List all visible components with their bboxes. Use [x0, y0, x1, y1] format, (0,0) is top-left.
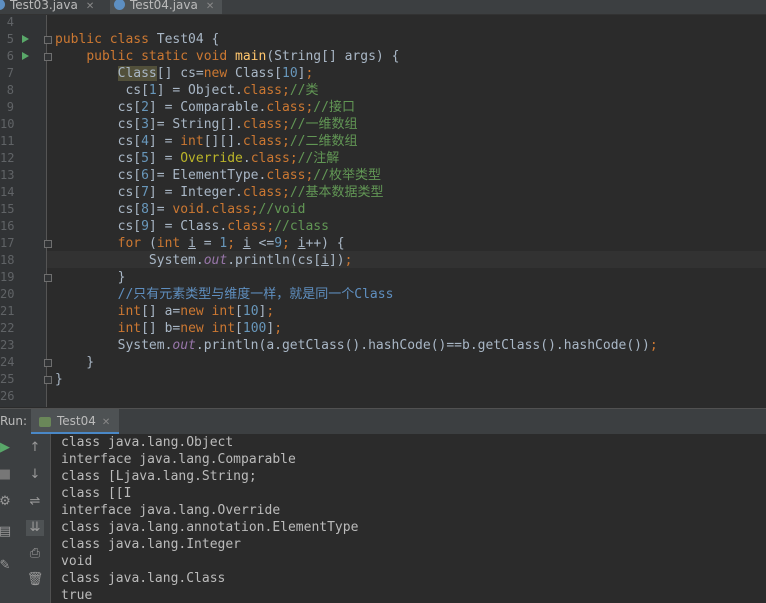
line-number: 4 — [6, 15, 14, 29]
run-icon[interactable]: ▶ — [0, 440, 14, 456]
line-number: 9 — [6, 100, 14, 114]
code-line: int[] a=new int[10]; — [117, 304, 275, 319]
run-tab-test04[interactable]: Test04 ✕ — [31, 409, 119, 434]
java-file-icon — [114, 0, 125, 10]
console-toolbar: ▶ ↑ ■ ↓ ⚙ ⇌ ▤ ⇊ ⎙ ✎ 🗑 — [0, 434, 51, 603]
fold-icon[interactable] — [44, 359, 52, 367]
code-line: int[] b=new int[100]; — [117, 321, 283, 336]
line-number: 6 — [6, 49, 14, 63]
code-line: cs[9] = Class.class;//class — [55, 219, 329, 234]
scroll-to-end-icon[interactable]: ⇊ — [26, 520, 44, 536]
line-number: 18 — [0, 253, 15, 267]
fold-icon[interactable] — [44, 53, 52, 61]
java-file-icon — [0, 0, 5, 10]
code-line: for (int i = 1; i <=9; i++) { — [117, 236, 345, 251]
settings-icon[interactable]: ⚙ — [0, 494, 14, 510]
tab-label: Test04.java — [130, 0, 198, 12]
run-icon[interactable] — [22, 52, 29, 60]
code-line: public class Test04 { — [55, 32, 220, 47]
code-line: System.out.println(cs[i]); — [55, 253, 353, 268]
close-icon[interactable]: ✕ — [86, 1, 94, 12]
line-number: 14 — [0, 185, 15, 199]
line-number: 12 — [0, 151, 15, 165]
code-line: //只有元素类型与维度一样，就是同一个Class — [117, 287, 394, 302]
line-number: 23 — [0, 338, 15, 352]
print-icon[interactable]: ⎙ — [26, 546, 44, 562]
line-number: 8 — [6, 83, 14, 97]
code-line: cs[8]= void.class;//void — [55, 202, 306, 217]
console-line: class java.lang.annotation.ElementType — [61, 520, 359, 535]
fold-icon[interactable] — [44, 36, 52, 44]
close-icon[interactable]: ✕ — [102, 417, 110, 428]
line-number: 16 — [0, 219, 15, 233]
code-line: cs[6]= ElementType.class;//枚举类型 — [55, 168, 381, 183]
fold-icon[interactable] — [44, 376, 52, 384]
console-line: class java.lang.Object — [61, 435, 234, 450]
code-line: cs[7] = Integer.class;//基本数据类型 — [55, 185, 384, 200]
run-icon[interactable] — [22, 35, 29, 43]
tab-test04[interactable]: Test04.java ✕ — [110, 0, 222, 14]
line-number: 21 — [0, 304, 15, 318]
code-line: System.out.println(a.getClass().hashCode… — [55, 338, 658, 353]
code-line: cs[4] = int[][].class;//二维数组 — [55, 134, 358, 149]
code-editor[interactable]: 4 5 6 7 8 9 10 11 12 13 14 15 16 17 18 1… — [0, 15, 766, 407]
line-number: 17 — [0, 236, 15, 250]
code-line: } — [55, 270, 126, 285]
close-icon[interactable]: ✕ — [206, 1, 214, 12]
console-panel: ▶ ↑ ■ ↓ ⚙ ⇌ ▤ ⇊ ⎙ ✎ 🗑 class java.lang.Ob… — [0, 434, 766, 603]
code-line: Class[] cs=new Class[10]; — [117, 66, 314, 81]
line-number: 20 — [0, 287, 15, 301]
line-number: 24 — [0, 355, 15, 369]
tab-test03[interactable]: Test03.java ✕ — [0, 0, 98, 14]
code-line: public static void main(String[] args) { — [86, 49, 400, 64]
console-line: class java.lang.Integer — [61, 537, 242, 552]
console-line: void — [61, 554, 93, 569]
console-line: class [[I — [61, 486, 132, 501]
code-line: cs[3]= String[].class;//一维数组 — [55, 117, 358, 132]
line-number: 7 — [6, 66, 14, 80]
code-line: } — [55, 372, 63, 387]
up-arrow-icon[interactable]: ↑ — [26, 440, 44, 456]
line-number: 25 — [0, 372, 15, 386]
line-number: 10 — [0, 117, 15, 131]
line-number: 26 — [0, 389, 15, 403]
tab-label: Test03.java — [10, 0, 78, 12]
console-line: interface java.lang.Comparable — [61, 452, 296, 467]
line-number: 5 — [6, 32, 14, 46]
console-line: class java.lang.Class — [61, 571, 226, 586]
line-number: 11 — [0, 134, 15, 148]
trash-icon[interactable]: 🗑 — [26, 572, 44, 588]
line-number: 13 — [0, 168, 15, 182]
run-config-icon — [39, 416, 51, 427]
line-number: 22 — [0, 321, 15, 335]
stop-icon[interactable]: ■ — [0, 467, 14, 483]
run-tool-window-header: Run: Test04 ✕ — [0, 408, 766, 434]
soft-wrap-icon[interactable]: ⇌ — [26, 494, 44, 510]
down-arrow-icon[interactable]: ↓ — [26, 467, 44, 483]
gutter: 4 5 6 7 8 9 10 11 12 13 14 15 16 17 18 1… — [0, 15, 52, 407]
line-number: 15 — [0, 202, 15, 216]
fold-icon[interactable] — [44, 274, 52, 282]
code-line: cs[5] = Override.class;//注解 — [55, 151, 340, 166]
console-line: interface java.lang.Override — [61, 503, 281, 518]
console-line: true — [61, 588, 93, 603]
console-line: class [Ljava.lang.String; — [61, 469, 257, 484]
fold-icon[interactable] — [44, 240, 52, 248]
line-number: 19 — [0, 270, 15, 284]
layout-icon[interactable]: ▤ — [0, 524, 14, 540]
run-tab-label: Test04 — [57, 414, 96, 428]
run-label: Run: — [0, 414, 28, 428]
editor-tab-bar: Test03.java ✕ Test04.java ✕ — [0, 0, 766, 15]
code-line: } — [55, 355, 95, 370]
code-line: cs[1] = Object.class;//类 — [55, 83, 319, 98]
code-line: cs[2] = Comparable.class;//接口 — [55, 100, 355, 115]
pin-icon[interactable]: ✎ — [0, 558, 14, 574]
